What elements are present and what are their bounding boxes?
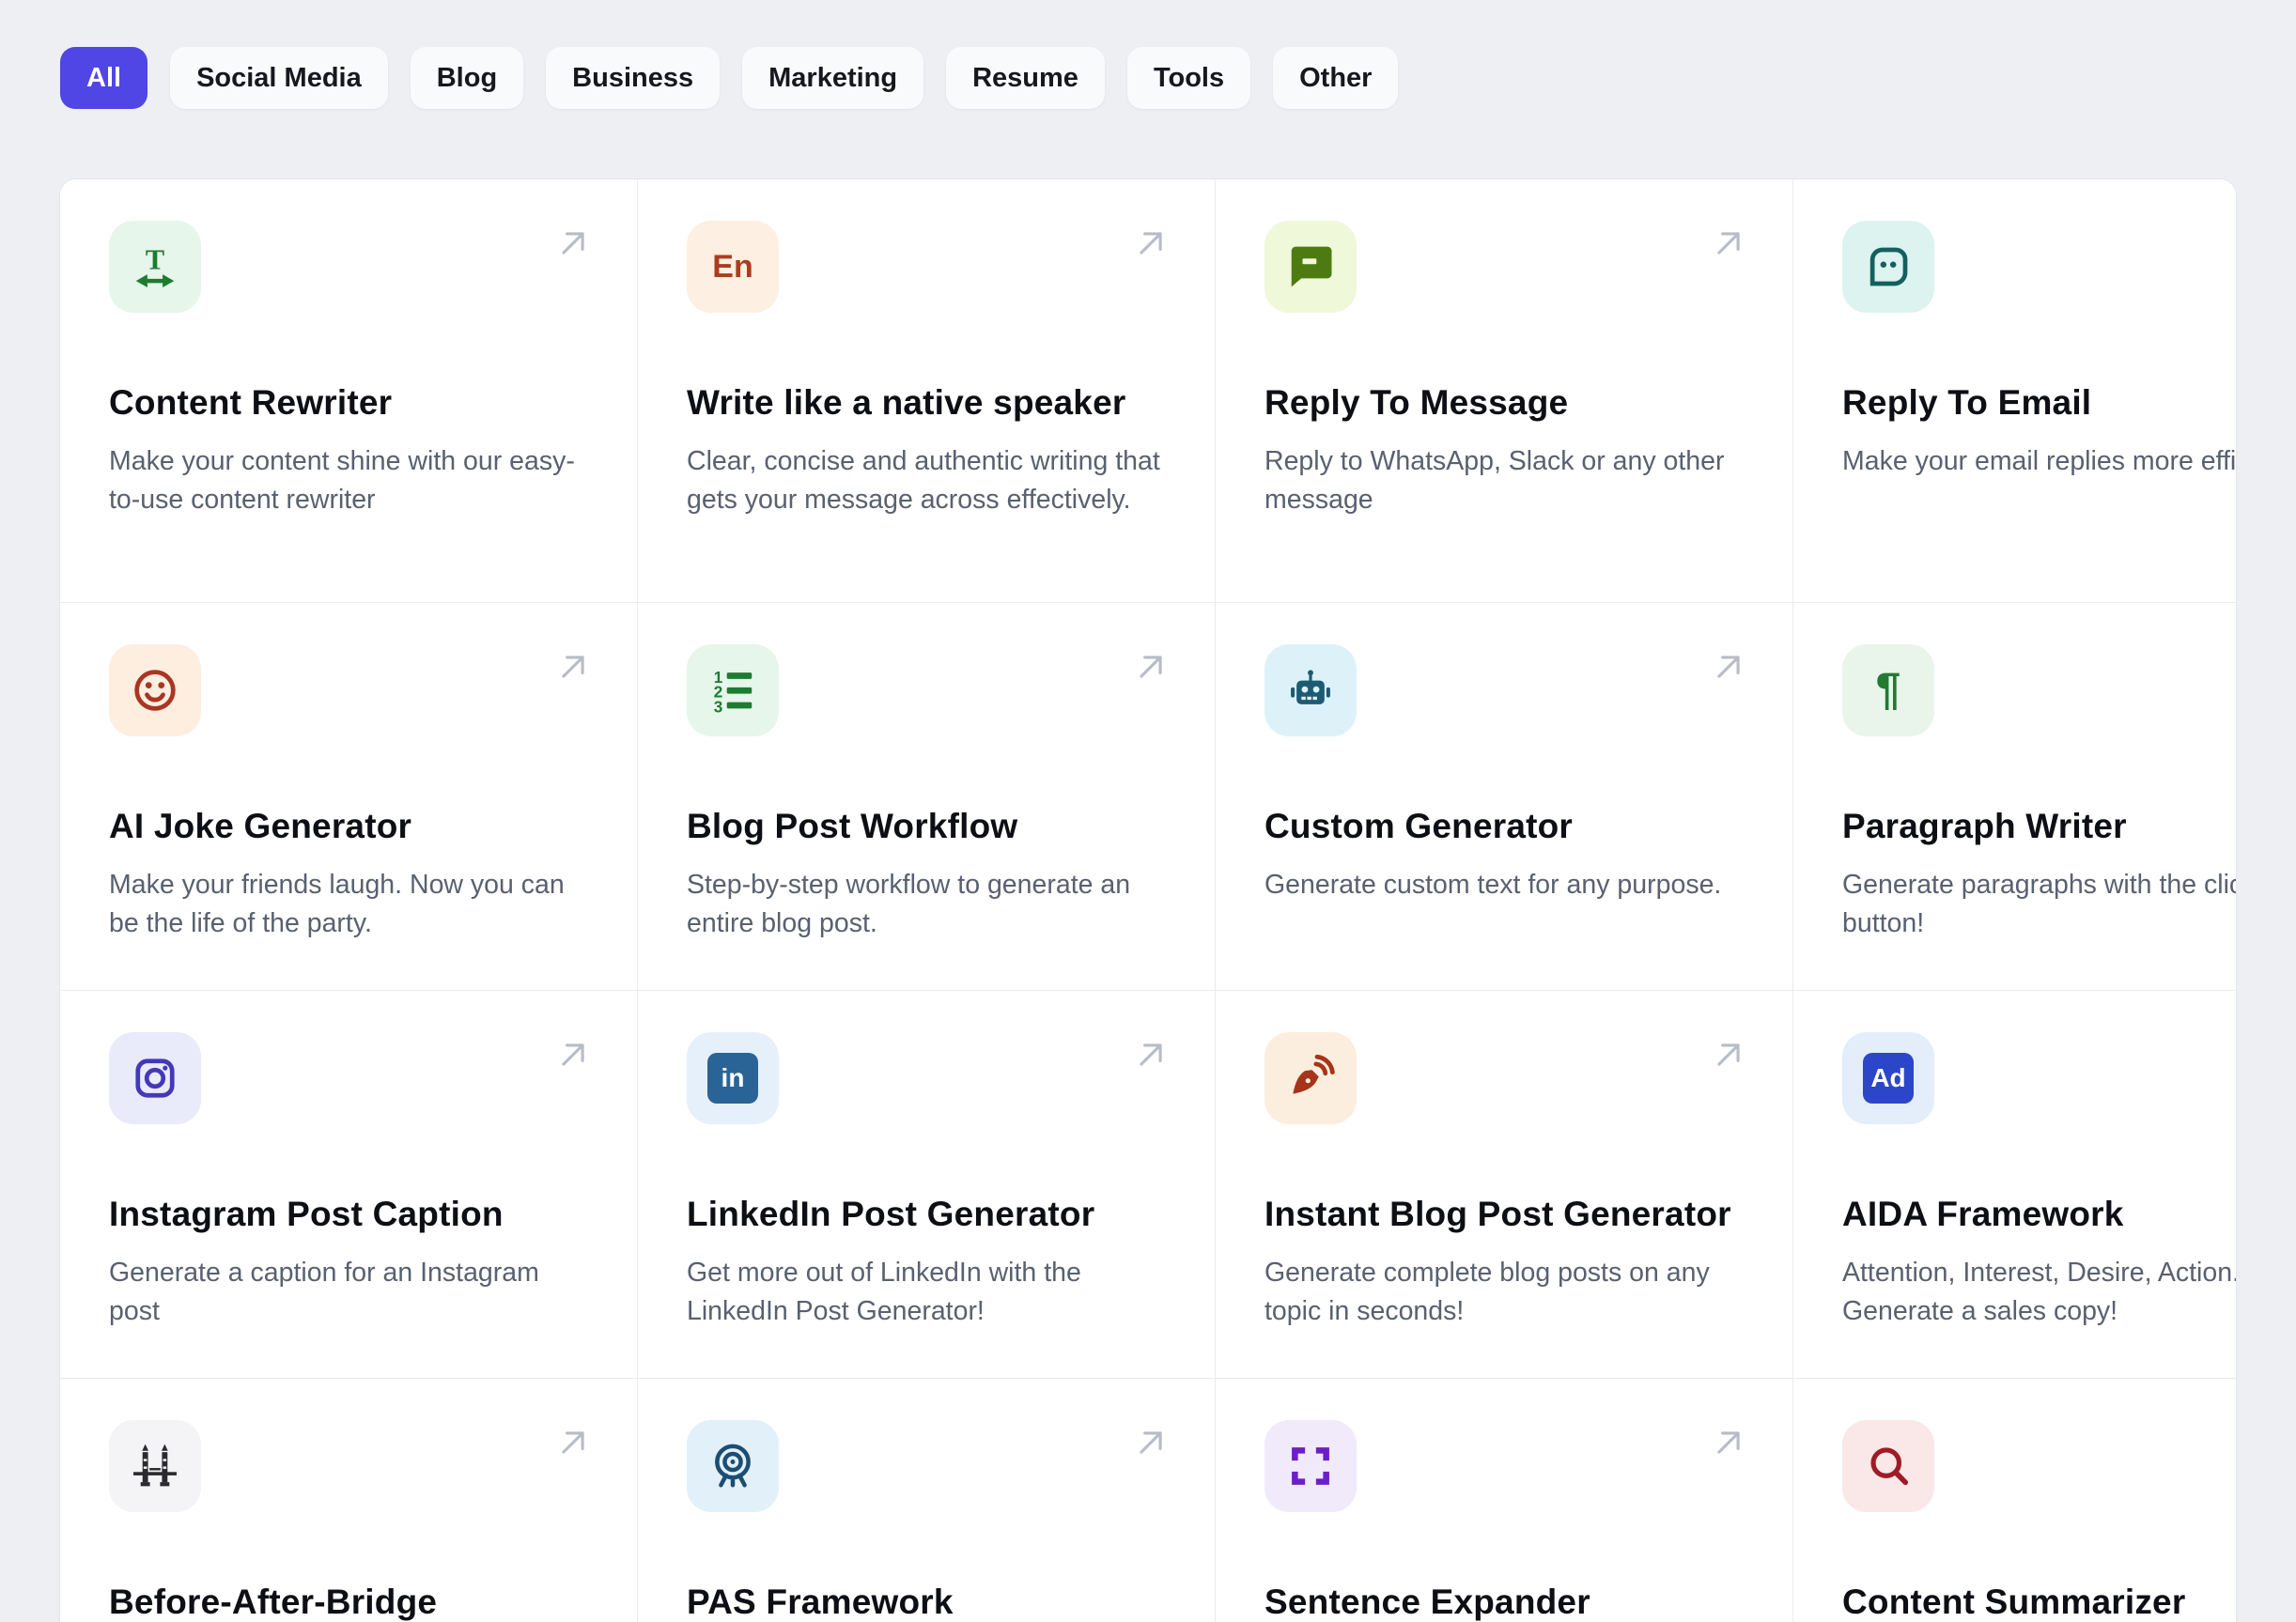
card-description: Generate custom text for any purpose. xyxy=(1264,870,1722,901)
card-description: Clear, concise and authentic writing tha… xyxy=(687,446,1160,516)
card-pas-framework[interactable]: PAS Framework xyxy=(638,1379,1216,1622)
arrow-up-right-icon[interactable] xyxy=(552,1034,594,1075)
pilcrow-icon: ¶ xyxy=(1842,644,1934,736)
magnifier-icon xyxy=(1842,1420,1934,1512)
ad-badge-icon: Ad xyxy=(1842,1032,1934,1124)
card-reply-to-email[interactable]: Reply To Email Make your email replies m… xyxy=(1793,179,2237,603)
chat-face-icon xyxy=(1842,221,1934,313)
card-description: Step-by-step workflow to generate an ent… xyxy=(687,870,1131,939)
target-tripod-icon xyxy=(687,1420,779,1512)
card-title: LinkedIn Post Generator xyxy=(687,1195,1095,1233)
filter-pill-other[interactable]: Other xyxy=(1273,47,1399,109)
category-filter-bar: All Social Media Blog Business Marketing… xyxy=(0,0,2296,109)
svg-text:3: 3 xyxy=(714,698,723,716)
card-title: Content Summarizer xyxy=(1842,1583,2186,1621)
numbered-list-icon: 1 2 3 xyxy=(687,644,779,736)
card-title: Reply To Message xyxy=(1264,383,1569,422)
arrow-up-right-icon[interactable] xyxy=(552,1422,594,1463)
card-content-rewriter[interactable]: T Content Rewriter Make your content shi… xyxy=(60,179,638,603)
arrow-up-right-icon[interactable] xyxy=(1130,1422,1171,1463)
bridge-icon xyxy=(109,1420,201,1512)
smiley-icon xyxy=(109,644,201,736)
card-title: AI Joke Generator xyxy=(109,807,412,845)
card-sentence-expander[interactable]: Sentence Expander xyxy=(1216,1379,1793,1622)
card-paragraph-writer[interactable]: ¶ Paragraph Writer Generate paragraphs w… xyxy=(1793,603,2236,991)
chat-bubble-icon xyxy=(1264,221,1357,313)
filter-pill-marketing[interactable]: Marketing xyxy=(742,47,924,109)
filter-pill-business[interactable]: Business xyxy=(546,47,721,109)
card-title: Custom Generator xyxy=(1264,807,1574,845)
card-blog-post-workflow[interactable]: 1 2 3 Blog Post Workflow Step-by-step wo… xyxy=(638,603,1216,991)
card-title: Write like a native speaker xyxy=(687,383,1126,422)
arrow-up-right-icon[interactable] xyxy=(1708,1034,1749,1075)
arrow-up-right-icon[interactable] xyxy=(552,646,594,687)
card-custom-generator[interactable]: Custom Generator Generate custom text fo… xyxy=(1216,603,1793,991)
text-width-icon: T xyxy=(109,221,201,313)
linkedin-badge: in xyxy=(707,1053,758,1104)
card-description: Attention, Interest, Desire, Action. Gen… xyxy=(1842,1258,2237,1327)
card-content-summarizer[interactable]: Content Summarizer xyxy=(1793,1379,2236,1622)
arrow-up-right-icon[interactable] xyxy=(1130,646,1171,687)
svg-text:T: T xyxy=(146,244,164,276)
instagram-icon xyxy=(109,1032,201,1124)
arrow-up-right-icon[interactable] xyxy=(1708,646,1749,687)
card-description: Get more out of LinkedIn with the Linked… xyxy=(687,1258,1081,1327)
card-description: Generate complete blog posts on any topi… xyxy=(1264,1258,1710,1327)
card-instagram-post-caption[interactable]: Instagram Post Caption Generate a captio… xyxy=(60,991,638,1379)
filter-pill-resume[interactable]: Resume xyxy=(946,47,1105,109)
ad-badge: Ad xyxy=(1863,1053,1914,1104)
robot-icon xyxy=(1264,644,1357,736)
arrow-up-right-icon[interactable] xyxy=(1708,1422,1749,1463)
arrow-up-right-icon[interactable] xyxy=(552,223,594,264)
arrow-up-right-icon[interactable] xyxy=(1130,1034,1171,1075)
card-title: Reply To Email xyxy=(1842,383,2092,422)
card-title: Blog Post Workflow xyxy=(687,807,1018,845)
pilcrow-glyph: ¶ xyxy=(1875,665,1901,715)
card-instant-blog-post-generator[interactable]: Instant Blog Post Generator Generate com… xyxy=(1216,991,1793,1379)
card-title: Before-After-Bridge xyxy=(109,1583,438,1621)
filter-pill-social-media[interactable]: Social Media xyxy=(170,47,388,109)
language-en-icon: En xyxy=(687,221,779,313)
card-description: Generate paragraphs with the click of a … xyxy=(1842,870,2236,939)
card-aida-framework[interactable]: Ad AIDA Framework Attention, Interest, D… xyxy=(1793,991,2237,1379)
card-description: Make your content shine with our easy-to… xyxy=(109,446,575,516)
card-description: Reply to WhatsApp, Slack or any other me… xyxy=(1264,446,1725,516)
filter-pill-all[interactable]: All xyxy=(60,47,148,109)
filter-pill-tools[interactable]: Tools xyxy=(1126,47,1251,109)
card-description: Make your email replies more efficient xyxy=(1842,446,2237,477)
card-description: Generate a caption for an Instagram post xyxy=(109,1258,539,1327)
card-title: AIDA Framework xyxy=(1842,1195,2124,1233)
tools-grid: T Content Rewriter Make your content shi… xyxy=(59,178,2237,1622)
card-ai-joke-generator[interactable]: AI Joke Generator Make your friends laug… xyxy=(60,603,638,991)
card-title: Sentence Expander xyxy=(1264,1583,1590,1621)
card-title: Paragraph Writer xyxy=(1842,807,2127,845)
arrow-up-right-icon[interactable] xyxy=(1708,223,1749,264)
card-linkedin-post-generator[interactable]: in LinkedIn Post Generator Get more out … xyxy=(638,991,1216,1379)
card-title: PAS Framework xyxy=(687,1583,954,1621)
card-description: Make your friends laugh. Now you can be … xyxy=(109,870,565,939)
card-title: Content Rewriter xyxy=(109,383,393,422)
card-title: Instagram Post Caption xyxy=(109,1195,504,1233)
en-glyph: En xyxy=(712,249,753,285)
card-write-like-native-speaker[interactable]: En Write like a native speaker Clear, co… xyxy=(638,179,1216,603)
filter-pill-blog[interactable]: Blog xyxy=(410,47,524,109)
expand-corners-icon xyxy=(1264,1420,1357,1512)
arrow-up-right-icon[interactable] xyxy=(1130,223,1171,264)
card-before-after-bridge[interactable]: Before-After-Bridge xyxy=(60,1379,638,1622)
card-reply-to-message[interactable]: Reply To Message Reply to WhatsApp, Slac… xyxy=(1216,179,1793,603)
pen-nib-signal-icon xyxy=(1264,1032,1357,1124)
linkedin-icon: in xyxy=(687,1032,779,1124)
card-title: Instant Blog Post Generator xyxy=(1264,1195,1731,1233)
